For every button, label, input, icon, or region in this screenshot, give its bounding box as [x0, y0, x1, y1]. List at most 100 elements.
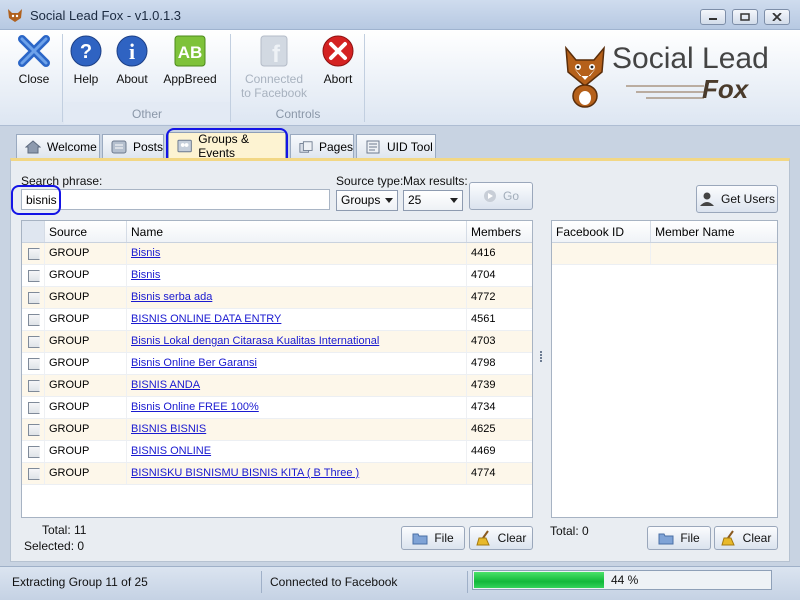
results-grid-header: Source Name Members [22, 221, 532, 243]
users-clear-button[interactable]: Clear [714, 526, 778, 550]
get-users-button[interactable]: Get Users [696, 185, 778, 213]
tab-posts-label: Posts [132, 139, 163, 154]
splitter-handle[interactable] [540, 350, 544, 364]
row-source: GROUP [45, 397, 127, 418]
row-name-link[interactable]: Bisnis serba ada [131, 291, 212, 303]
column-header-source[interactable]: Source [45, 221, 127, 242]
row-name-link[interactable]: Bisnis [131, 269, 160, 281]
row-checkbox[interactable] [28, 402, 40, 414]
maximize-button[interactable] [732, 9, 758, 25]
source-type-value: Groups [341, 193, 381, 207]
tab-posts[interactable]: Posts [102, 134, 164, 158]
fox-logo-icon [565, 45, 605, 108]
status-extracting: Extracting Group 11 of 25 [4, 571, 262, 593]
row-name-link[interactable]: BISNIS ONLINE [131, 445, 211, 457]
row-members: 4625 [471, 423, 496, 435]
row-members: 4561 [471, 313, 496, 325]
row-source: GROUP [45, 331, 127, 352]
source-type-label: Source type: [336, 174, 404, 188]
table-row[interactable]: GROUP Bisnis Online Ber Garansi 4798 [22, 353, 532, 375]
abort-icon [322, 35, 354, 67]
table-row[interactable]: GROUP BISNIS ONLINE DATA ENTRY 4561 [22, 309, 532, 331]
row-name: Bisnis [127, 243, 467, 264]
row-checkbox[interactable] [28, 468, 40, 480]
info-icon: i [116, 35, 148, 67]
column-header-name[interactable]: Name [127, 221, 467, 242]
close-button[interactable]: Close [10, 34, 58, 96]
svg-text:?: ? [80, 41, 92, 63]
search-phrase-input[interactable] [21, 189, 330, 210]
row-name-link[interactable]: Bisnis Online FREE 100% [131, 401, 259, 413]
row-checkbox[interactable] [28, 314, 40, 326]
select-all-column[interactable] [22, 221, 45, 242]
table-row[interactable]: GROUP BISNIS ONLINE 4469 [22, 441, 532, 463]
minimize-button[interactable] [700, 9, 726, 25]
window-close-button[interactable] [764, 9, 790, 25]
row-members: 4703 [471, 335, 496, 347]
max-results-label: Max results: [403, 174, 468, 188]
tab-welcome-label: Welcome [47, 139, 97, 154]
results-file-button[interactable]: File [401, 526, 465, 550]
row-checkbox[interactable] [28, 270, 40, 282]
source-type-select[interactable]: Groups [336, 190, 398, 211]
table-row[interactable]: GROUP BISNIS ANDA 4739 [22, 375, 532, 397]
table-row[interactable]: GROUP BISNISKU BISNISMU BISNIS KITA ( B T… [22, 463, 532, 485]
row-checkbox-cell [22, 309, 45, 330]
row-name-link[interactable]: Bisnis Online Ber Garansi [131, 357, 257, 369]
results-clear-label: Clear [497, 531, 527, 545]
row-name-link[interactable]: BISNIS ANDA [131, 379, 200, 391]
help-question-icon: ? [70, 35, 102, 67]
help-button[interactable]: ? Help [66, 34, 106, 96]
row-checkbox[interactable] [28, 358, 40, 370]
row-checkbox[interactable] [28, 336, 40, 348]
annotation-highlight-search [11, 185, 61, 215]
row-name: Bisnis Online FREE 100% [127, 397, 467, 418]
row-name-link[interactable]: BISNISKU BISNISMU BISNIS KITA ( B Three … [131, 467, 359, 479]
column-header-facebook-id[interactable]: Facebook ID [552, 221, 652, 242]
results-clear-button[interactable]: Clear [469, 526, 533, 550]
broom-icon [475, 530, 490, 546]
row-checkbox-cell [22, 441, 45, 462]
table-row[interactable]: GROUP Bisnis 4416 [22, 243, 532, 265]
users-total-label: Total: 0 [550, 524, 589, 538]
row-members: 4469 [471, 445, 496, 457]
row-name-link[interactable]: BISNIS ONLINE DATA ENTRY [131, 313, 281, 325]
connect-label-line2: to Facebook [240, 86, 308, 100]
row-name-link[interactable]: Bisnis [131, 247, 160, 259]
tab-strip: Welcome Posts Groups & Events Pages UID … [0, 126, 800, 160]
folder-icon [658, 533, 674, 545]
row-checkbox[interactable] [28, 380, 40, 392]
row-checkbox[interactable] [28, 446, 40, 458]
go-button[interactable]: Go [469, 182, 533, 210]
connect-facebook-button[interactable]: f Connected to Facebook [238, 34, 310, 100]
uid-tool-icon [366, 140, 380, 153]
table-row[interactable]: GROUP Bisnis Online FREE 100% 4734 [22, 397, 532, 419]
broom-icon [720, 530, 735, 546]
table-row[interactable]: GROUP Bisnis serba ada 4772 [22, 287, 532, 309]
table-row[interactable]: GROUP BISNIS BISNIS 4625 [22, 419, 532, 441]
results-grid-body: GROUP Bisnis 4416 GROUP Bisnis 4704 GROUP Bisni… [22, 243, 532, 485]
row-checkbox[interactable] [28, 248, 40, 260]
row-checkbox[interactable] [28, 292, 40, 304]
row-name-link[interactable]: Bisnis Lokal dengan Citarasa Kualitas In… [131, 335, 379, 347]
tab-welcome[interactable]: Welcome [16, 134, 100, 158]
max-results-select[interactable]: 25 [403, 190, 463, 211]
users-file-button[interactable]: File [647, 526, 711, 550]
abort-button-label: Abort [323, 72, 353, 86]
get-users-button-label: Get Users [720, 192, 775, 206]
results-file-label: File [434, 531, 454, 545]
column-header-members[interactable]: Members [467, 221, 532, 242]
users-file-label: File [680, 531, 700, 545]
tab-uid-tool[interactable]: UID Tool [356, 134, 436, 158]
about-button[interactable]: i About [112, 34, 152, 96]
row-name-link[interactable]: BISNIS BISNIS [131, 423, 206, 435]
column-header-member-name[interactable]: Member Name [651, 221, 777, 242]
abort-button[interactable]: Abort [316, 34, 360, 96]
row-name: Bisnis [127, 265, 467, 286]
play-icon [483, 190, 496, 202]
row-checkbox[interactable] [28, 424, 40, 436]
table-row[interactable]: GROUP Bisnis 4704 [22, 265, 532, 287]
table-row[interactable]: GROUP Bisnis Lokal dengan Citarasa Kualit… [22, 331, 532, 353]
tab-pages[interactable]: Pages [290, 134, 354, 158]
appbreed-button[interactable]: AB AppBreed [162, 34, 218, 96]
